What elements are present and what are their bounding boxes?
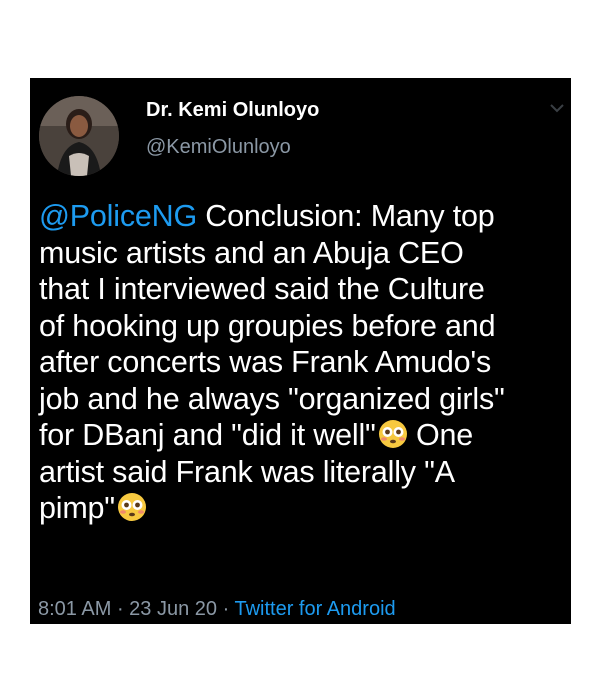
avatar[interactable] (39, 96, 119, 176)
tweet-line-7: for DBanj and "did it well" One (39, 417, 569, 454)
tweet-text-fragment: for DBanj and "did it well" (39, 418, 376, 452)
meta-separator: · (217, 598, 235, 620)
tweet-line-8: artist said Frank was literally "A (39, 454, 455, 489)
tweet-meta: 8:01 AM · 23 Jun 20 · Twitter for Androi… (38, 598, 396, 621)
tweet-line-3: that I interviewed said the Culture (39, 272, 485, 306)
tweet-date[interactable]: 23 Jun 20 (129, 598, 217, 620)
tweet-text-fragment: One (407, 418, 473, 452)
tweet-source-link[interactable]: Twitter for Android (234, 598, 395, 620)
author-handle[interactable]: @KemiOlunloyo (146, 136, 291, 159)
tweet-text: @PoliceNG Conclusion: Many top music art… (39, 198, 569, 527)
tweet-line-2: music artists and an Abuja CEO (39, 235, 464, 270)
tweet-card: Dr. Kemi Olunloyo @KemiOlunloyo @PoliceN… (30, 78, 571, 624)
flushed-face-emoji-icon (117, 493, 146, 521)
chevron-down-icon[interactable] (549, 102, 565, 114)
author-display-name[interactable]: Dr. Kemi Olunloyo (146, 99, 319, 122)
flushed-face-emoji-icon (378, 420, 407, 448)
tweet-line-4: of hooking up groupies before and (39, 308, 496, 343)
tweet-line-5: after concerts was Frank Amudo's (39, 345, 492, 379)
mention-link[interactable]: @PoliceNG (39, 199, 197, 233)
tweet-text-fragment: Conclusion: Many top (196, 199, 495, 233)
tweet-text-fragment: pimp" (39, 491, 115, 525)
tweet-time[interactable]: 8:01 AM (38, 598, 111, 620)
tweet-line-1: @PoliceNG Conclusion: Many top (39, 198, 569, 235)
tweet-line-9: pimp" (39, 490, 569, 527)
tweet-line-6: job and he always "organized girls" (39, 381, 505, 416)
meta-separator: · (111, 598, 130, 620)
avatar-photo (39, 96, 119, 176)
